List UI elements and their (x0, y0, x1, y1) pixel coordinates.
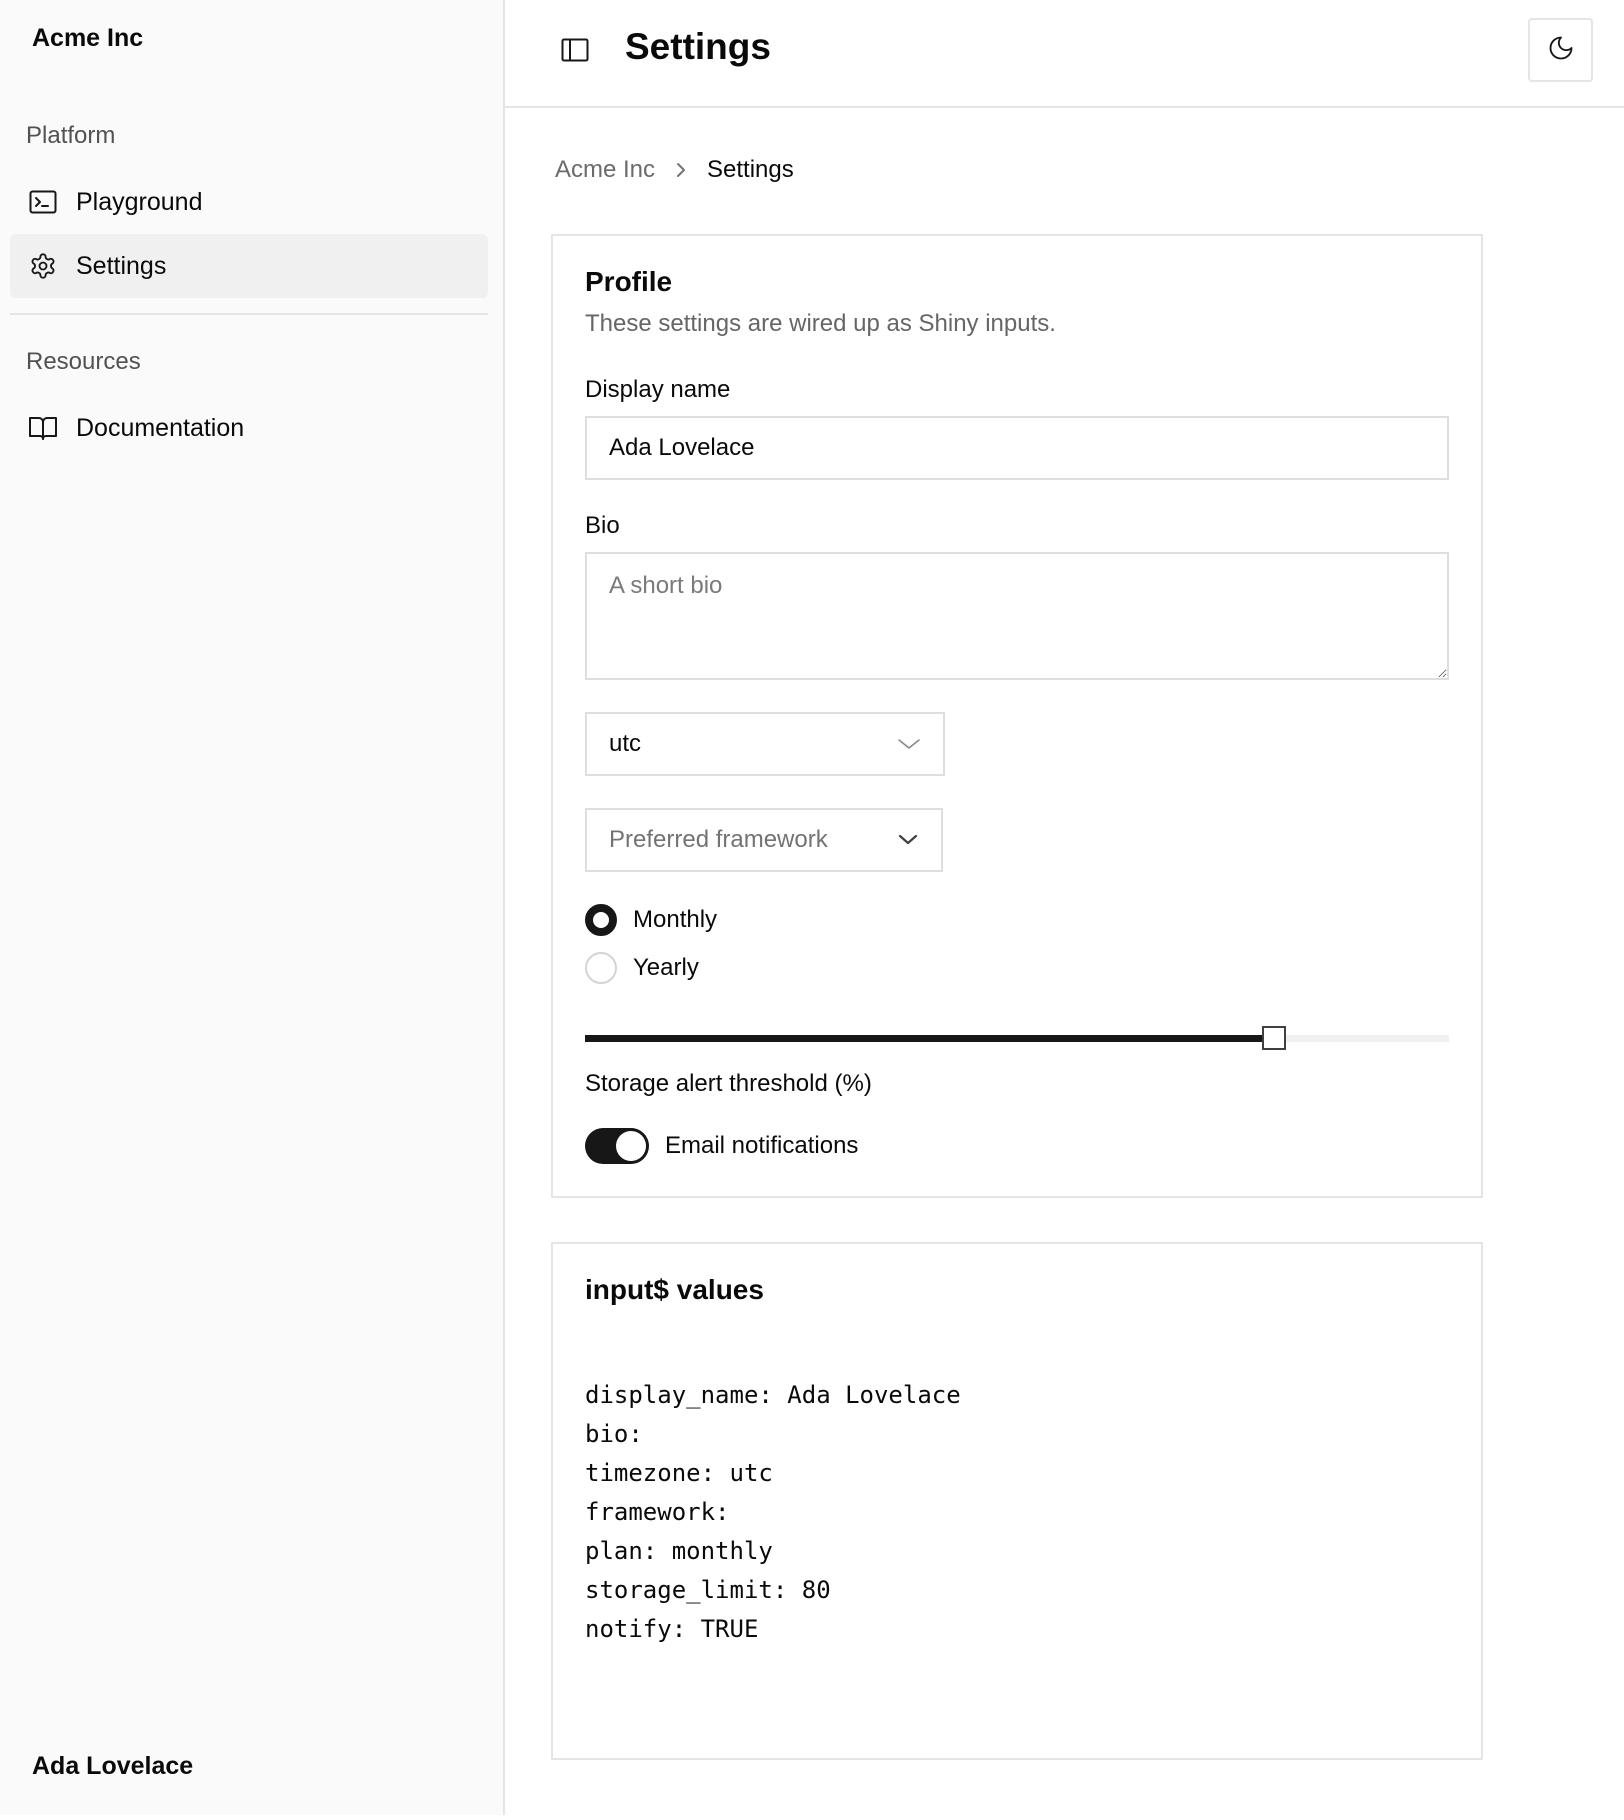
brand-name[interactable]: Acme Inc (32, 24, 143, 53)
output-line: timezone: utc (585, 1459, 773, 1487)
slider-thumb[interactable] (1262, 1026, 1286, 1050)
output-line: storage_limit: 80 (585, 1576, 831, 1604)
sidebar-item-settings[interactable]: Settings (10, 234, 488, 298)
gear-icon (28, 251, 58, 281)
top-bar: Settings (505, 0, 1624, 108)
timezone-select[interactable]: utc (585, 712, 945, 776)
chevron-down-icon (897, 730, 921, 758)
chevron-down-icon (897, 826, 919, 854)
sidebar: Acme Inc Platform Playground Settings Re… (0, 0, 505, 1815)
plan-radio-monthly[interactable]: Monthly (585, 904, 717, 936)
plan-radio-label: Yearly (633, 954, 699, 981)
timezone-select-value: utc (609, 730, 642, 757)
toggle-switch[interactable] (585, 1128, 649, 1164)
theme-toggle-button[interactable] (1528, 18, 1593, 82)
main-content: Settings Acme Inc Settings Profile These… (505, 0, 1624, 1815)
plan-radio-label: Monthly (633, 906, 718, 933)
storage-threshold-label: Storage alert threshold (%) (585, 1070, 872, 1097)
input-values-title: input$ values (585, 1274, 764, 1305)
output-line: framework: (585, 1498, 744, 1526)
display-name-label: Display name (585, 376, 731, 403)
sidebar-item-label: Playground (76, 187, 203, 216)
radio-button[interactable] (585, 952, 617, 984)
page-title: Settings (625, 26, 771, 67)
email-notifications-toggle[interactable]: Email notifications (585, 1128, 858, 1164)
sidebar-item-label: Settings (76, 251, 167, 280)
email-notifications-label: Email notifications (665, 1132, 859, 1159)
slider-fill (585, 1035, 1274, 1042)
breadcrumb-current: Settings (707, 156, 794, 183)
plan-radio-yearly[interactable]: Yearly (585, 952, 699, 984)
output-line: notify: TRUE (585, 1615, 759, 1643)
sidebar-divider (10, 313, 488, 315)
display-name-input[interactable] (585, 416, 1449, 480)
storage-threshold-slider[interactable] (585, 1026, 1449, 1050)
profile-card-description: These settings are wired up as Shiny inp… (585, 310, 1056, 337)
output-line: plan: monthly (585, 1537, 773, 1565)
sidebar-toggle-button[interactable] (555, 32, 595, 72)
input-values-card: input$ values display_name: Ada Lovelace… (551, 1242, 1483, 1760)
output-line: display_name: Ada Lovelace (585, 1381, 961, 1409)
sidebar-group-label-platform: Platform (26, 122, 116, 149)
profile-card: Profile These settings are wired up as S… (551, 234, 1483, 1198)
terminal-icon (28, 187, 58, 217)
chevron-right-icon (675, 160, 687, 180)
sidebar-group-label-resources: Resources (26, 348, 141, 375)
profile-card-title: Profile (585, 266, 673, 297)
toggle-knob (616, 1131, 646, 1161)
sidebar-item-documentation[interactable]: Documentation (10, 396, 488, 460)
bio-label: Bio (585, 512, 620, 539)
book-icon (28, 413, 58, 443)
bio-textarea[interactable] (585, 552, 1449, 680)
moon-icon (1547, 34, 1575, 67)
panel-left-icon (561, 38, 589, 67)
radio-button-checked[interactable] (585, 904, 617, 936)
breadcrumb: Acme Inc Settings (555, 156, 794, 184)
output-line: bio: (585, 1420, 658, 1448)
input-values-output: display_name: Ada Lovelace bio: timezone:… (585, 1376, 961, 1649)
framework-select[interactable]: Preferred framework (585, 808, 943, 872)
sidebar-item-playground[interactable]: Playground (10, 170, 488, 234)
sidebar-user-name[interactable]: Ada Lovelace (32, 1752, 193, 1781)
framework-select-placeholder: Preferred framework (609, 826, 828, 853)
breadcrumb-link-home[interactable]: Acme Inc (555, 156, 655, 184)
sidebar-item-label: Documentation (76, 413, 245, 442)
app-window: Acme Inc Platform Playground Settings Re… (0, 0, 1624, 1820)
